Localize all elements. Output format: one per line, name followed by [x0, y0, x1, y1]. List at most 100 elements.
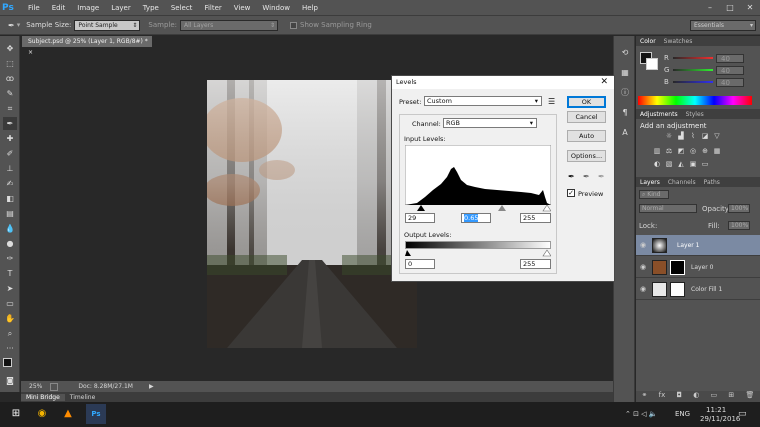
clock-time[interactable]: 11:21: [706, 406, 726, 414]
lasso-tool-icon[interactable]: ꝏ: [3, 72, 17, 85]
tab-swatches[interactable]: Swatches: [660, 38, 697, 45]
g-slider[interactable]: [673, 69, 713, 71]
vlc-icon[interactable]: ▲: [58, 404, 78, 424]
close-window-button[interactable]: ✕: [740, 0, 760, 15]
gray-point-eyedropper-icon[interactable]: ✒: [583, 172, 590, 181]
dodge-tool-icon[interactable]: ●: [3, 237, 17, 250]
menu-view[interactable]: View: [228, 4, 257, 12]
fx-icon[interactable]: fx: [659, 391, 666, 402]
quick-mask-icon[interactable]: ◙: [3, 374, 17, 387]
visibility-eye-icon[interactable]: ◉: [638, 241, 648, 249]
sampling-ring-checkbox[interactable]: [290, 21, 298, 29]
brightness-icon[interactable]: ☼: [664, 132, 674, 141]
zoom-level[interactable]: 25%: [29, 383, 42, 390]
posterize-icon[interactable]: ▧: [664, 160, 674, 169]
channel-select[interactable]: RGB ▾: [443, 118, 537, 128]
language-indicator[interactable]: ENG: [675, 410, 690, 418]
options-button[interactable]: Options...: [567, 150, 606, 162]
opacity-field[interactable]: 100%: [728, 204, 750, 213]
paragraph-panel-icon[interactable]: ¶: [618, 106, 632, 119]
sample-select[interactable]: All Layers ⇕: [180, 19, 279, 31]
white-point-eyedropper-icon[interactable]: ✒: [598, 172, 605, 181]
black-white-icon[interactable]: ◩: [676, 147, 686, 156]
clock-date[interactable]: 29/11/2016: [700, 415, 740, 423]
shape-tool-icon[interactable]: ▭: [3, 297, 17, 310]
preset-options-icon[interactable]: ☰: [548, 97, 555, 106]
histogram[interactable]: [405, 145, 551, 205]
black-point-eyedropper-icon[interactable]: ✒: [568, 172, 575, 181]
layer-row-color-fill-1[interactable]: ◉ Color Fill 1: [636, 279, 760, 300]
menu-type[interactable]: Type: [137, 4, 165, 12]
input-black-field[interactable]: 29: [405, 213, 435, 223]
type-tool-icon[interactable]: T: [3, 267, 17, 280]
preset-select[interactable]: Custom ▾: [424, 96, 542, 106]
layer-mask-thumbnail[interactable]: [670, 281, 685, 297]
path-selection-tool-icon[interactable]: ➤: [3, 282, 17, 295]
photoshop-taskbar-icon[interactable]: Ps: [86, 404, 106, 424]
info-panel-icon[interactable]: ⓘ: [618, 86, 632, 99]
eyedropper-tool-icon[interactable]: ✒: [8, 21, 15, 30]
tab-mini-bridge[interactable]: Mini Bridge: [21, 393, 65, 401]
input-gamma-slider[interactable]: [498, 205, 506, 211]
gradient-map-icon[interactable]: ▭: [700, 160, 710, 169]
add-mask-icon[interactable]: ◘: [676, 391, 682, 402]
output-white-slider[interactable]: [542, 249, 551, 257]
menu-file[interactable]: File: [22, 4, 46, 12]
input-sliders[interactable]: [405, 204, 551, 212]
output-black-field[interactable]: 0: [405, 259, 435, 269]
vibrance-icon[interactable]: ▽: [712, 132, 722, 141]
document-image[interactable]: [202, 80, 417, 348]
tool-preset-arrow-icon[interactable]: ▾: [17, 21, 21, 29]
chrome-icon[interactable]: ◉: [32, 404, 52, 424]
ok-button[interactable]: OK: [567, 96, 606, 108]
g-value[interactable]: 40: [716, 66, 744, 75]
document-tab[interactable]: Subject.psd @ 25% (Layer 1, RGB/8#) * ×: [22, 36, 152, 56]
maximize-button[interactable]: □: [720, 0, 740, 15]
marquee-tool-icon[interactable]: ⬚: [3, 57, 17, 70]
properties-panel-icon[interactable]: ▦: [618, 66, 632, 79]
workspace-select[interactable]: Essentials ▾: [690, 19, 756, 31]
b-slider[interactable]: [673, 81, 713, 83]
tab-channels[interactable]: Channels: [664, 179, 700, 186]
link-layers-icon[interactable]: ⚭: [642, 391, 648, 402]
hand-tool-icon[interactable]: ✋: [3, 312, 17, 325]
menu-layer[interactable]: Layer: [105, 4, 137, 12]
zoom-tool-icon[interactable]: ⌕: [3, 327, 17, 340]
foreground-color-swatch[interactable]: [3, 358, 12, 367]
close-tab-icon[interactable]: ×: [28, 49, 33, 56]
new-group-icon[interactable]: ▭: [711, 391, 718, 402]
character-panel-icon[interactable]: A: [618, 126, 632, 139]
tab-layers[interactable]: Layers: [636, 179, 664, 186]
selective-color-icon[interactable]: ▣: [688, 160, 698, 169]
tray-icons[interactable]: ⌃ ⊡ ◁ 🔈: [625, 410, 658, 418]
move-tool-icon[interactable]: ✥: [3, 42, 17, 55]
preview-label[interactable]: Preview: [578, 190, 603, 198]
levels-adjustment-icon[interactable]: ▟: [676, 132, 686, 141]
fill-field[interactable]: 100%: [728, 221, 750, 230]
notifications-icon[interactable]: ▭: [738, 409, 747, 419]
auto-button[interactable]: Auto: [567, 130, 606, 142]
color-background-swatch[interactable]: [646, 58, 658, 70]
menu-edit[interactable]: Edit: [46, 4, 72, 12]
layer-mask-thumbnail[interactable]: [670, 259, 685, 275]
output-white-field[interactable]: 255: [520, 259, 551, 269]
tab-timeline[interactable]: Timeline: [65, 394, 101, 401]
quick-select-tool-icon[interactable]: ✎: [3, 87, 17, 100]
b-value[interactable]: 40: [716, 78, 744, 87]
layer-name[interactable]: Layer 0: [691, 264, 713, 271]
tab-adjustments[interactable]: Adjustments: [636, 111, 682, 118]
new-adjustment-icon[interactable]: ◐: [693, 391, 699, 402]
eraser-tool-icon[interactable]: ◧: [3, 192, 17, 205]
r-value[interactable]: 40: [716, 54, 744, 63]
sample-size-select[interactable]: Point Sample ⇕: [74, 19, 141, 31]
layer-name[interactable]: Layer 1: [677, 242, 699, 249]
input-gamma-field[interactable]: 0.65: [461, 213, 491, 223]
eyedropper-tool-icon[interactable]: ✒: [3, 117, 17, 130]
exposure-icon[interactable]: ◪: [700, 132, 710, 141]
blend-mode-select[interactable]: Normal: [639, 204, 697, 213]
invert-icon[interactable]: ◐: [652, 160, 662, 169]
color-lookup-icon[interactable]: ▦: [712, 147, 722, 156]
layer-row-layer-0[interactable]: ◉ Layer 0: [636, 257, 760, 278]
hue-saturation-icon[interactable]: ▥: [652, 147, 662, 156]
menu-image[interactable]: Image: [71, 4, 105, 12]
